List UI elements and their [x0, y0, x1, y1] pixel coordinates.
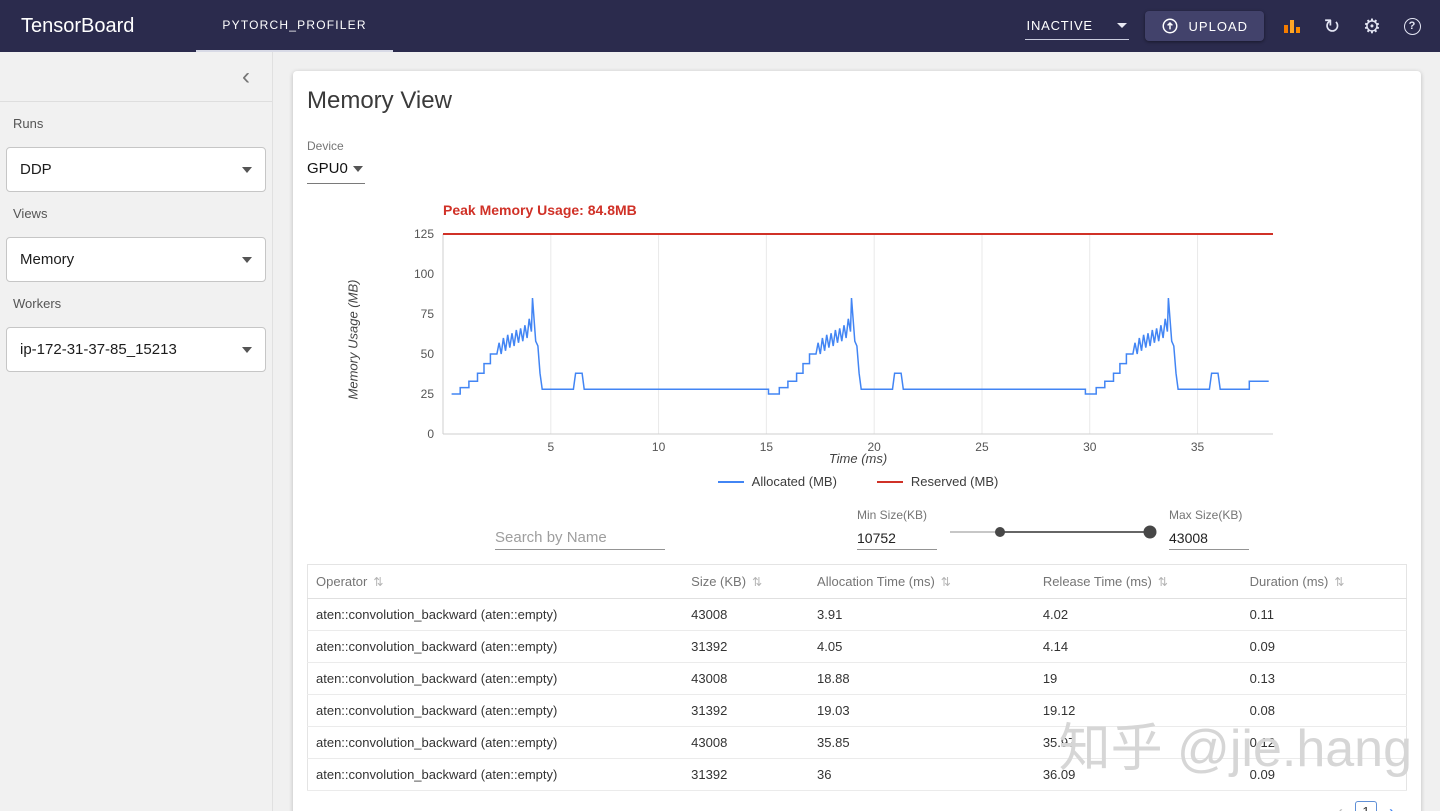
operator-table: Operator ⇅ Size (KB) ⇅ Allocation Time (ms) ⇅… [307, 564, 1407, 791]
table-row[interactable]: aten::convolution_backward (aten::empty)… [307, 694, 1407, 727]
svg-text:10: 10 [652, 440, 666, 454]
svg-text:Time (ms): Time (ms) [829, 451, 887, 466]
svg-text:50: 50 [421, 347, 435, 361]
slider-active-range [1000, 531, 1150, 533]
svg-text:25: 25 [975, 440, 989, 454]
pagination: ‹ 1 › [293, 801, 1395, 811]
bar-chart-icon[interactable] [1280, 14, 1304, 38]
svg-text:75: 75 [421, 307, 435, 321]
chevron-down-icon [242, 256, 252, 263]
chevron-down-icon [242, 166, 252, 173]
memory-view-card: Memory View Device GPU0 Peak Memory Usag… [293, 71, 1421, 811]
workers-label: Workers [13, 296, 62, 311]
svg-text:30: 30 [1083, 440, 1097, 454]
status-dropdown[interactable]: INACTIVE [1024, 12, 1129, 40]
runs-label: Runs [13, 116, 44, 131]
sort-icon[interactable]: ⇅ [373, 575, 383, 589]
sort-icon[interactable]: ⇅ [752, 575, 762, 589]
column-header[interactable]: Allocation Time (ms) ⇅ [809, 564, 1035, 599]
table-row[interactable]: aten::convolution_backward (aten::empty)… [307, 662, 1407, 695]
sort-icon[interactable]: ⇅ [1158, 575, 1168, 589]
tab-pytorch-profiler[interactable]: PYTORCH_PROFILER [196, 0, 393, 52]
svg-text:25: 25 [421, 387, 435, 401]
table-row[interactable]: aten::convolution_backward (aten::empty)… [307, 726, 1407, 759]
settings-gear-icon[interactable]: ⚙ [1360, 14, 1384, 38]
memory-chart-area: Peak Memory Usage: 84.8MB Memory Usage (… [346, 202, 1333, 492]
views-select[interactable]: Memory [6, 237, 266, 282]
legend-line-icon [717, 480, 744, 483]
app-header: TensorBoard PYTORCH_PROFILER INACTIVE UP… [0, 0, 1440, 52]
svg-text:0: 0 [427, 427, 434, 441]
search-input[interactable] [495, 526, 665, 550]
svg-text:35: 35 [1191, 440, 1205, 454]
column-header[interactable]: Size (KB) ⇅ [683, 564, 810, 599]
sort-icon[interactable]: ⇅ [941, 575, 951, 589]
sort-icon[interactable]: ⇅ [1334, 575, 1344, 589]
table-row[interactable]: aten::convolution_backward (aten::empty)… [307, 598, 1407, 631]
max-size-label: Max Size(KB) [1169, 508, 1243, 522]
table-header-row: Operator ⇅ Size (KB) ⇅ Allocation Time (ms) ⇅… [307, 564, 1407, 599]
page-number[interactable]: 1 [1355, 801, 1377, 811]
min-size-input[interactable] [857, 527, 937, 550]
page-title: Memory View [307, 87, 452, 114]
previous-page-icon[interactable]: ‹ [1337, 802, 1343, 811]
column-header[interactable]: Duration (ms) ⇅ [1241, 564, 1407, 599]
svg-text:5: 5 [547, 440, 554, 454]
column-header[interactable]: Release Time (ms) ⇅ [1034, 564, 1242, 599]
header-actions: INACTIVE UPLOAD ↻ ⚙ ? [1024, 11, 1424, 41]
runs-section: Runs DDP [0, 116, 272, 192]
chart-legend: Allocated (MB) Reserved (MB) [443, 474, 1273, 489]
size-range-slider[interactable] [950, 525, 1157, 539]
upload-label: UPLOAD [1188, 18, 1248, 34]
chevron-down-icon [242, 346, 252, 353]
views-label: Views [13, 206, 48, 221]
max-size-input[interactable] [1169, 527, 1249, 550]
views-section: Views Memory [0, 206, 272, 282]
min-size-label: Min Size(KB) [857, 508, 928, 522]
chevron-down-icon [353, 165, 363, 172]
svg-text:100: 100 [414, 267, 434, 281]
help-icon[interactable]: ? [1400, 14, 1424, 38]
max-size-group: Max Size(KB) [1169, 508, 1249, 550]
upload-icon [1161, 17, 1179, 35]
tab-bar: PYTORCH_PROFILER [196, 0, 393, 52]
refresh-icon[interactable]: ↻ [1320, 14, 1344, 38]
memory-usage-chart: 5 10 15 20 25 30 350255075100125Time (ms) [414, 227, 1273, 466]
slider-min-handle[interactable] [995, 527, 1005, 537]
device-select[interactable]: GPU0 [307, 158, 365, 184]
peak-memory-title: Peak Memory Usage: 84.8MB [443, 202, 637, 218]
sidebar: ‹ Runs DDP Views Memory Workers ip-172-3… [0, 52, 273, 811]
legend-item[interactable]: Reserved (MB) [876, 474, 998, 489]
device-label: Device [307, 139, 344, 153]
column-header[interactable]: Operator ⇅ [307, 564, 684, 599]
svg-text:125: 125 [414, 227, 434, 241]
filter-row: Min Size(KB) Max Size(KB) [495, 502, 1421, 550]
status-label: INACTIVE [1026, 18, 1093, 33]
chevron-down-icon [1116, 23, 1127, 28]
collapse-sidebar-icon[interactable]: ‹ [242, 64, 250, 89]
next-page-icon[interactable]: › [1389, 802, 1395, 811]
runs-select[interactable]: DDP [6, 147, 266, 192]
workers-value: ip-172-31-37-85_15213 [20, 341, 177, 358]
runs-value: DDP [20, 161, 52, 178]
slider-max-handle[interactable] [1143, 525, 1157, 539]
legend-item[interactable]: Allocated (MB) [717, 474, 837, 489]
y-axis-label: Memory Usage (MB) [345, 279, 361, 400]
views-value: Memory [20, 251, 75, 268]
table-row[interactable]: aten::convolution_backward (aten::empty)… [307, 758, 1407, 791]
svg-text:15: 15 [760, 440, 774, 454]
app-title: TensorBoard [21, 14, 135, 37]
legend-line-icon [876, 480, 903, 483]
device-value: GPU0 [307, 160, 348, 177]
main-content: Memory View Device GPU0 Peak Memory Usag… [274, 52, 1440, 811]
table-row[interactable]: aten::convolution_backward (aten::empty)… [307, 630, 1407, 663]
min-size-group: Min Size(KB) [857, 508, 937, 550]
workers-section: Workers ip-172-31-37-85_15213 [0, 296, 272, 372]
sidebar-collapse-row: ‹ [0, 52, 272, 102]
upload-button[interactable]: UPLOAD [1144, 11, 1264, 41]
workers-select[interactable]: ip-172-31-37-85_15213 [6, 327, 266, 372]
